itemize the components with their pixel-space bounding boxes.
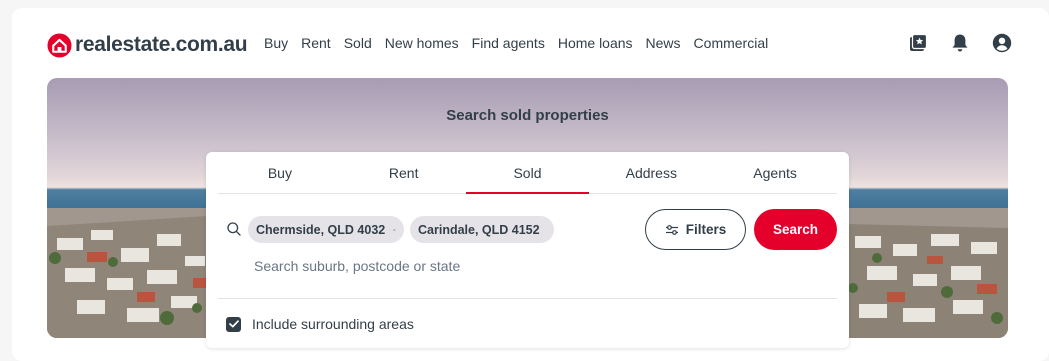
hero-title: Search sold properties: [446, 107, 609, 124]
include-surrounding-checkbox[interactable]: [226, 316, 241, 332]
filters-label: Filters: [685, 222, 727, 237]
notifications-bell-icon[interactable]: [949, 32, 971, 54]
search-input[interactable]: [254, 256, 634, 276]
location-chip: Carindale, QLD 4152: [410, 216, 554, 243]
nav-commercial[interactable]: Commercial: [694, 35, 769, 51]
house-logo-icon: [47, 32, 72, 58]
filters-button[interactable]: Filters: [645, 209, 746, 250]
tab-rent[interactable]: Rent: [342, 152, 466, 193]
checkmark-icon: [228, 320, 239, 328]
search-icon: [227, 222, 241, 236]
tab-sold[interactable]: Sold: [465, 152, 590, 194]
nav-news[interactable]: News: [646, 35, 681, 51]
nav-find-agents[interactable]: Find agents: [472, 35, 545, 51]
location-chip: Chermside, QLD 4032: [248, 216, 404, 243]
site-header: realestate.com.au Buy Rent Sold New home…: [12, 8, 1049, 78]
saved-properties-icon[interactable]: [907, 32, 929, 54]
divider: [218, 298, 837, 299]
nav-home-loans[interactable]: Home loans: [558, 35, 633, 51]
nav-new-homes[interactable]: New homes: [385, 35, 459, 51]
sliders-icon: [665, 224, 678, 235]
tab-agents[interactable]: Agents: [713, 152, 837, 193]
header-actions: [907, 32, 1013, 54]
search-row: Chermside, QLD 4032 Carindale, QLD 4152: [218, 208, 837, 252]
nav-buy[interactable]: Buy: [264, 35, 288, 51]
search-button[interactable]: Search: [754, 209, 837, 250]
account-user-icon[interactable]: [991, 32, 1013, 54]
tab-buy[interactable]: Buy: [218, 152, 342, 193]
nav-sold[interactable]: Sold: [344, 35, 372, 51]
brand-name: realestate.com.au: [75, 33, 248, 56]
search-panel: Buy Rent Sold Address Agents Chermside, …: [206, 152, 849, 348]
brand-logo[interactable]: realestate.com.au: [47, 32, 248, 58]
location-chip-label: Chermside, QLD 4032: [256, 222, 386, 237]
nav-rent[interactable]: Rent: [301, 35, 331, 51]
location-chip-label: Carindale, QLD 4152: [418, 222, 540, 237]
tab-address[interactable]: Address: [589, 152, 713, 193]
include-surrounding-label: Include surrounding areas: [252, 316, 414, 332]
include-surrounding-option[interactable]: Include surrounding areas: [226, 316, 414, 332]
page: realestate.com.au Buy Rent Sold New home…: [12, 8, 1049, 361]
main-nav: Buy Rent Sold New homes Find agents Home…: [264, 35, 781, 51]
search-tabs: Buy Rent Sold Address Agents: [218, 152, 837, 194]
remove-chip-icon[interactable]: [393, 224, 396, 236]
